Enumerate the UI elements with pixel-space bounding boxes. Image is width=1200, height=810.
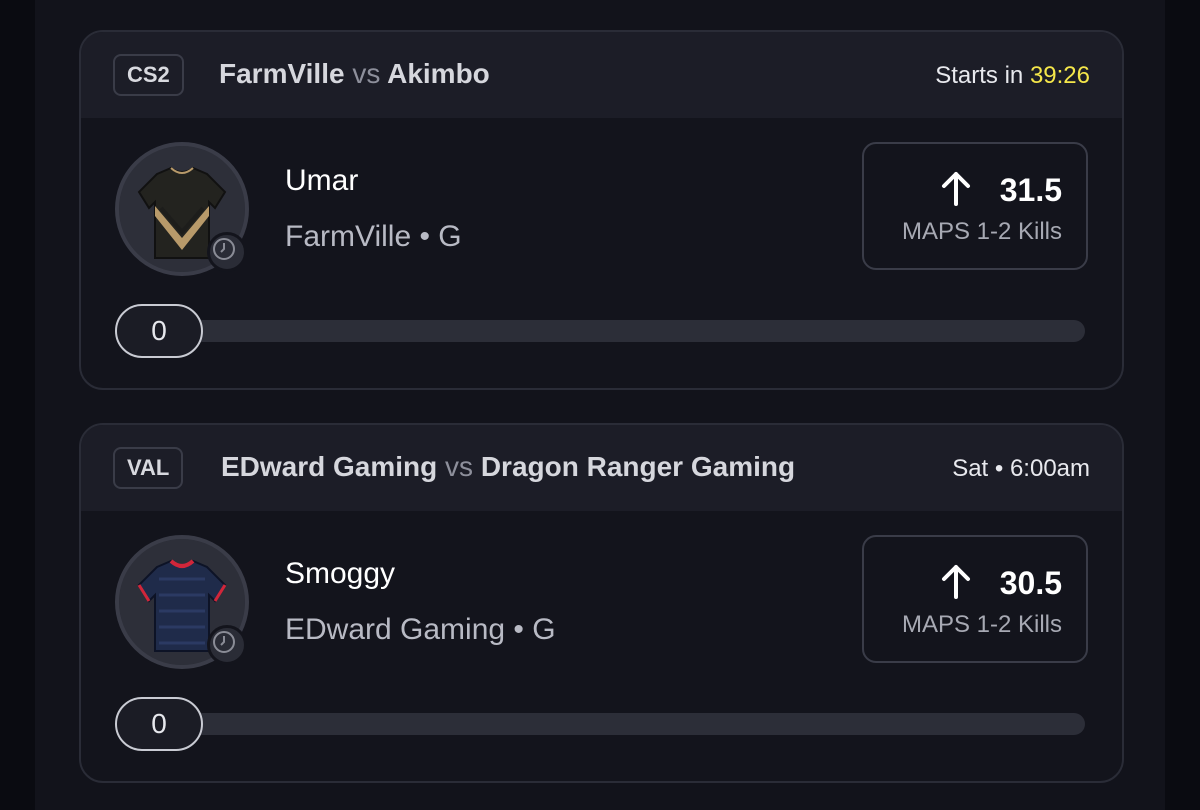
progress-track xyxy=(119,713,1085,735)
start-time: Sat • 6:00am xyxy=(952,455,1090,482)
team-b-name: Akimbo xyxy=(387,58,490,89)
player-name: Smoggy xyxy=(285,557,396,590)
starts-in-label: Starts in xyxy=(935,62,1024,89)
player-team-position: EDward Gaming • G xyxy=(285,613,556,646)
arrow-up-icon xyxy=(942,565,970,599)
matchup: FarmVille vs Akimbo xyxy=(219,58,490,90)
progress-value: 0 xyxy=(115,697,203,751)
player-team-position: FarmVille • G xyxy=(285,220,462,253)
progress-track xyxy=(119,320,1085,342)
vs-label: vs xyxy=(445,451,474,482)
team-a-name: EDward Gaming xyxy=(221,451,438,482)
progress-value: 0 xyxy=(115,304,203,358)
projection-card[interactable]: VAL EDward Gaming vs Dragon Ranger Gamin… xyxy=(79,423,1124,783)
matchup: EDward Gaming vs Dragon Ranger Gaming xyxy=(221,451,795,483)
card-header: CS2 FarmVille vs Akimbo Starts in 39:26 xyxy=(81,32,1122,118)
team-b-name: Dragon Ranger Gaming xyxy=(480,451,796,482)
line-button[interactable]: 31.5 MAPS 1-2 Kills xyxy=(862,142,1088,270)
start-time: Starts in 39:26 xyxy=(935,62,1090,90)
game-tag: CS2 xyxy=(113,54,184,96)
countdown: 39:26 xyxy=(1029,62,1090,89)
line-value: 31.5 xyxy=(999,172,1062,208)
projection-list: CS2 FarmVille vs Akimbo Starts in 39:26 xyxy=(35,0,1165,810)
card-header: VAL EDward Gaming vs Dragon Ranger Gamin… xyxy=(81,425,1122,511)
clock-icon xyxy=(207,232,247,272)
stat-label: MAPS 1-2 Kills xyxy=(901,218,1062,245)
line-value: 30.5 xyxy=(999,565,1062,601)
stat-label: MAPS 1-2 Kills xyxy=(901,611,1062,638)
vs-label: vs xyxy=(352,58,381,89)
arrow-up-icon xyxy=(942,172,970,206)
clock-icon xyxy=(207,625,247,665)
projection-card[interactable]: CS2 FarmVille vs Akimbo Starts in 39:26 xyxy=(79,30,1124,390)
team-a-name: FarmVille xyxy=(219,58,345,89)
line-button[interactable]: 30.5 MAPS 1-2 Kills xyxy=(862,535,1088,663)
player-name: Umar xyxy=(285,164,359,197)
game-tag: VAL xyxy=(113,447,184,489)
